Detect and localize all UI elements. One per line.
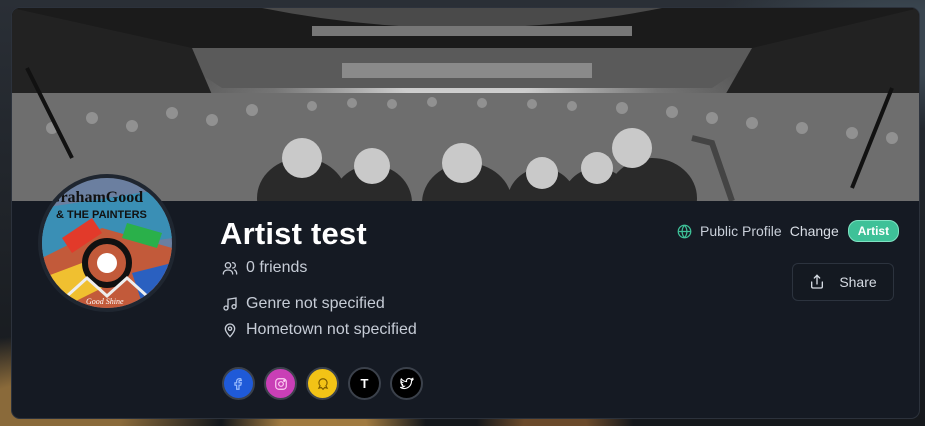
friends-label: 0 friends bbox=[246, 259, 308, 276]
facebook-link[interactable] bbox=[222, 367, 255, 400]
share-upload-icon bbox=[811, 274, 824, 289]
facebook-icon bbox=[233, 377, 242, 390]
instagram-icon bbox=[274, 377, 287, 390]
genre-label: Genre not specified bbox=[246, 295, 385, 312]
logo-text-top: GrahamGood bbox=[48, 189, 143, 206]
artist-avatar[interactable]: GrahamGood & THE PAINTERS Good Shine bbox=[38, 174, 176, 312]
tiktok-icon: T bbox=[360, 376, 369, 391]
logo-text-sub: & THE PAINTERS bbox=[56, 209, 147, 221]
hometown-row: Hometown not specified bbox=[222, 321, 417, 339]
snapchat-icon bbox=[317, 377, 328, 390]
logo-text-bottom: Good Shine bbox=[86, 297, 124, 306]
hometown-label: Hometown not specified bbox=[246, 321, 417, 338]
snapchat-link[interactable] bbox=[306, 367, 339, 400]
band-logo: GrahamGood & THE PAINTERS Good Shine bbox=[42, 178, 172, 308]
share-label: Share bbox=[839, 274, 877, 290]
friends-count[interactable]: 0 friends bbox=[222, 259, 307, 277]
concert-crowd-photo bbox=[12, 8, 919, 201]
cover-banner bbox=[12, 8, 919, 201]
profile-visibility: Public Profile Change Artist bbox=[677, 220, 900, 242]
twitter-icon bbox=[399, 377, 414, 390]
globe-icon bbox=[677, 224, 692, 238]
users-icon bbox=[222, 262, 238, 275]
change-visibility-link[interactable]: Change bbox=[790, 223, 839, 239]
twitter-link[interactable] bbox=[390, 367, 423, 400]
share-button[interactable]: Share bbox=[792, 263, 894, 301]
role-badge: Artist bbox=[847, 220, 900, 242]
instagram-link[interactable] bbox=[264, 367, 297, 400]
map-pin-icon bbox=[224, 323, 236, 338]
visibility-label: Public Profile bbox=[700, 223, 782, 239]
social-links: T bbox=[222, 367, 423, 400]
artist-name: Artist test bbox=[220, 216, 367, 251]
tiktok-link[interactable]: T bbox=[348, 367, 381, 400]
profile-card: GrahamGood & THE PAINTERS Good Shine Art… bbox=[11, 7, 920, 419]
music-note-icon bbox=[223, 297, 237, 311]
genre-row: Genre not specified bbox=[222, 295, 385, 313]
